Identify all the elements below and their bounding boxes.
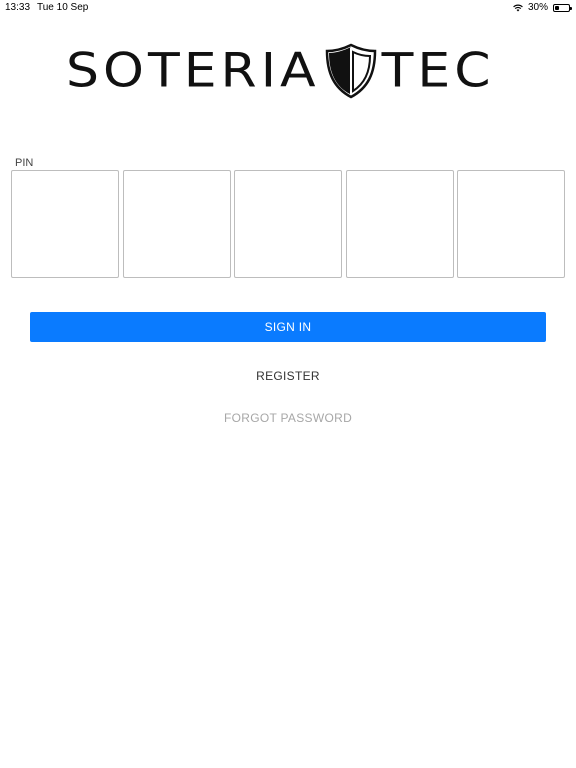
wifi-icon bbox=[513, 4, 523, 11]
pin-digit-3[interactable] bbox=[234, 170, 342, 278]
sign-in-button[interactable]: SIGN IN bbox=[30, 312, 546, 342]
pin-digit-1[interactable] bbox=[11, 170, 119, 278]
battery-level bbox=[555, 5, 559, 10]
pin-input-row bbox=[11, 170, 565, 279]
status-time: 13:33 bbox=[5, 2, 31, 13]
pin-label: PIN bbox=[15, 157, 34, 169]
logo-text-right: TEC bbox=[381, 44, 495, 98]
forgot-password-link[interactable]: FORGOT PASSWORD bbox=[0, 411, 576, 425]
battery-icon bbox=[553, 3, 572, 12]
battery-percent: 30% bbox=[527, 2, 548, 13]
pin-digit-5[interactable] bbox=[457, 170, 565, 278]
app-logo: SOTERIA TEC bbox=[66, 42, 502, 100]
pin-digit-2[interactable] bbox=[122, 170, 231, 278]
status-bar: 13:33 Tue 10 Sep 30% bbox=[0, 0, 576, 16]
register-link[interactable]: REGISTER bbox=[0, 369, 576, 383]
status-date: Tue 10 Sep bbox=[37, 2, 89, 13]
status-right: 30% bbox=[513, 2, 572, 13]
shield-icon bbox=[325, 43, 376, 99]
pin-digit-4[interactable] bbox=[345, 170, 454, 278]
logo-text-left: SOTERIA bbox=[66, 44, 320, 98]
